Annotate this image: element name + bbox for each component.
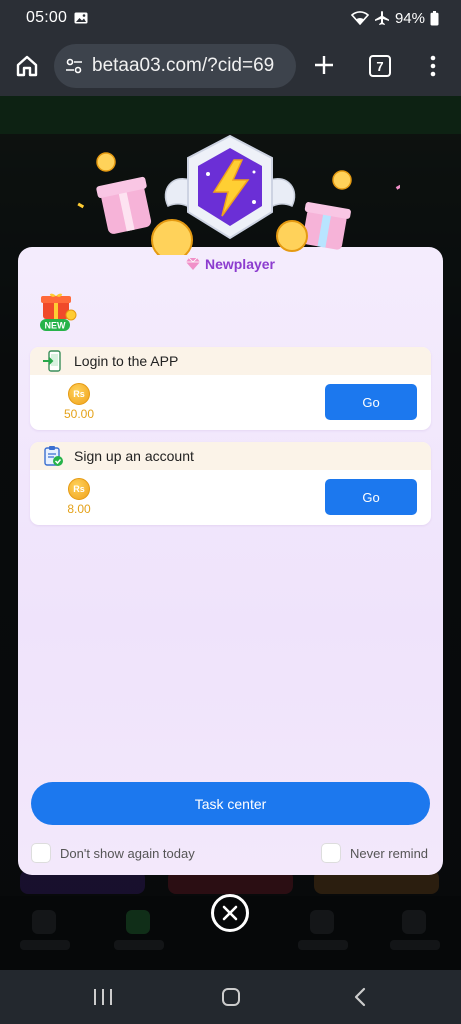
system-navigation-bar: [0, 970, 461, 1024]
lightning-shield-emblem-icon: [77, 134, 400, 255]
battery-icon: [430, 10, 439, 25]
dont-show-today-label: Don't show again today: [60, 845, 195, 861]
task-name: Sign up an account: [74, 448, 194, 464]
dont-show-today-option[interactable]: Don't show again today: [31, 843, 195, 863]
close-modal-button[interactable]: [211, 894, 249, 932]
never-remind-option[interactable]: Never remind: [321, 843, 428, 863]
task-header: Sign up an account: [30, 442, 431, 470]
gem-icon: [185, 258, 200, 270]
plus-icon[interactable]: [312, 53, 336, 77]
back-icon[interactable]: [352, 987, 368, 1007]
recent-apps-icon[interactable]: [92, 987, 114, 1007]
task-header: Login to the APP: [30, 347, 431, 375]
home-icon[interactable]: [14, 53, 40, 79]
go-button[interactable]: Go: [325, 479, 417, 515]
battery-percent: 94%: [394, 9, 425, 27]
clipboard-check-icon: [44, 446, 63, 466]
task-reward: 50.00: [63, 407, 95, 421]
url-text[interactable]: betaa03.com/?cid=69: [92, 55, 274, 77]
rupee-coin-icon: Rs: [68, 383, 90, 405]
home-nav-icon[interactable]: [221, 987, 241, 1007]
new-badge-text: NEW: [45, 321, 67, 331]
phone-login-icon: [43, 350, 61, 372]
address-bar[interactable]: betaa03.com/?cid=69: [54, 44, 296, 88]
tabs-icon[interactable]: 7: [369, 55, 391, 77]
task-card-login: Login to the APP Rs 50.00 Go: [30, 347, 431, 430]
task-name: Login to the APP: [74, 353, 179, 369]
status-time: 05:00: [26, 9, 68, 26]
status-bar: 05:00 94%: [0, 0, 461, 36]
gallery-icon: [74, 12, 88, 24]
newplayer-modal: Newplayer NEW Login to the APP Rs 50.00 …: [18, 247, 443, 875]
modal-title: Newplayer: [18, 256, 443, 272]
rupee-coin-icon: Rs: [68, 478, 90, 500]
site-settings-icon[interactable]: [64, 56, 84, 76]
menu-icon[interactable]: [425, 53, 441, 79]
go-button[interactable]: Go: [325, 384, 417, 420]
new-gift-badge-icon: NEW: [40, 293, 77, 331]
modal-title-text: Newplayer: [204, 256, 276, 272]
wifi-icon: [350, 11, 369, 25]
browser-toolbar: betaa03.com/?cid=69 7: [0, 36, 461, 96]
task-center-button[interactable]: Task center: [31, 782, 430, 825]
never-remind-checkbox[interactable]: [321, 843, 341, 863]
never-remind-label: Never remind: [350, 845, 429, 861]
dont-show-today-checkbox[interactable]: [31, 843, 51, 863]
close-icon: [222, 905, 238, 921]
task-reward: 8.00: [67, 502, 91, 516]
airplane-icon: [374, 11, 389, 25]
task-card-signup: Sign up an account Rs 8.00 Go: [30, 442, 431, 525]
